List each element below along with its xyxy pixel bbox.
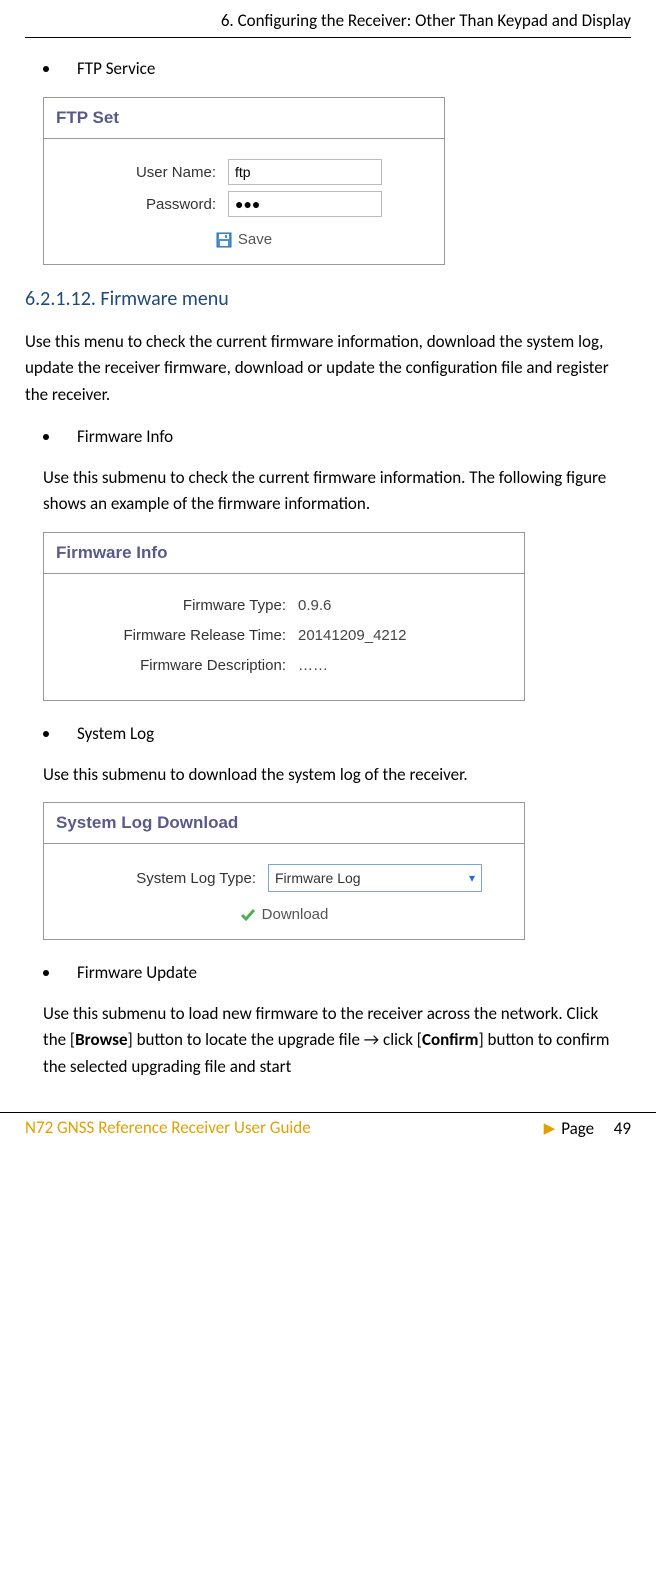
- section-heading-firmware-menu: 6.2.1.12. Firmware menu: [25, 287, 631, 311]
- firmware-release-value: 20141209_4212: [298, 624, 406, 648]
- section-title: Firmware menu: [100, 287, 228, 311]
- page-footer: N72 GNSS Reference Receiver User Guide ▶…: [0, 1112, 656, 1149]
- bullet-label: System Log: [77, 723, 154, 744]
- section-number: 6.2.1.12.: [25, 287, 96, 311]
- firmware-type-label: Firmware Type:: [56, 597, 298, 614]
- check-icon: [240, 907, 256, 923]
- text-part: ] button to locate the upgrade file → cl…: [128, 1029, 422, 1050]
- ftp-set-panel: FTP Set User Name: Password: Save: [43, 97, 445, 265]
- password-label: Password:: [56, 196, 228, 213]
- firmware-release-label: Firmware Release Time:: [56, 627, 298, 644]
- bullet-dot-icon: [43, 66, 49, 72]
- save-button-label: Save: [238, 231, 272, 248]
- bullet-dot-icon: [43, 970, 49, 976]
- bullet-label: FTP Service: [77, 58, 155, 79]
- panel-title: System Log Download: [44, 803, 524, 844]
- bullet-dot-icon: [43, 434, 49, 440]
- password-input[interactable]: [228, 191, 382, 217]
- page-number: 49: [614, 1118, 631, 1139]
- header-divider: [25, 37, 631, 38]
- firmware-type-value: 0.9.6: [298, 594, 331, 618]
- save-icon: [216, 232, 232, 248]
- select-value: Firmware Log: [275, 870, 361, 886]
- firmware-desc-label: Firmware Description:: [56, 657, 298, 674]
- firmware-info-desc: Use this submenu to check the current fi…: [43, 465, 613, 518]
- page-arrow-icon: ▶: [544, 1119, 556, 1138]
- confirm-bold: Confirm: [422, 1029, 478, 1050]
- page-header: 6. Configuring the Receiver: Other Than …: [25, 10, 631, 31]
- panel-title: FTP Set: [44, 98, 444, 139]
- bullet-system-log: System Log: [43, 723, 631, 744]
- bullet-firmware-update: Firmware Update: [43, 962, 631, 983]
- chevron-down-icon: ▾: [469, 871, 475, 885]
- firmware-desc-value: ……: [298, 654, 328, 678]
- username-input[interactable]: [228, 159, 382, 185]
- bullet-ftp-service: FTP Service: [43, 58, 631, 79]
- system-log-desc: Use this submenu to download the system …: [43, 762, 613, 788]
- page-label: Page: [561, 1118, 594, 1139]
- bullet-firmware-info: Firmware Info: [43, 426, 631, 447]
- username-label: User Name:: [56, 164, 228, 181]
- panel-title: Firmware Info: [44, 533, 524, 574]
- browse-bold: Browse: [75, 1029, 127, 1050]
- syslog-type-select[interactable]: Firmware Log ▾: [268, 864, 482, 892]
- save-button[interactable]: Save: [56, 231, 432, 248]
- system-log-panel: System Log Download System Log Type: Fir…: [43, 802, 525, 940]
- footer-title: N72 GNSS Reference Receiver User Guide: [25, 1117, 311, 1138]
- syslog-type-label: System Log Type:: [56, 870, 268, 887]
- download-button[interactable]: Download: [56, 906, 512, 923]
- firmware-update-desc: Use this submenu to load new firmware to…: [43, 1001, 613, 1080]
- section-desc: Use this menu to check the current firmw…: [25, 329, 631, 408]
- bullet-label: Firmware Info: [77, 426, 173, 447]
- download-button-label: Download: [262, 906, 329, 923]
- bullet-dot-icon: [43, 731, 49, 737]
- bullet-label: Firmware Update: [77, 962, 197, 983]
- firmware-info-panel: Firmware Info Firmware Type: 0.9.6 Firmw…: [43, 532, 525, 701]
